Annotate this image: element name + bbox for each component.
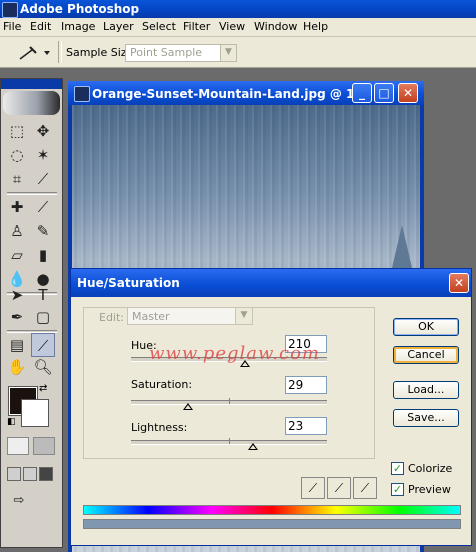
close-button[interactable]: ✕	[398, 83, 418, 103]
quick-mask-mode-button[interactable]	[33, 437, 55, 455]
brush-tool-icon[interactable]: ⟋	[31, 195, 55, 219]
colorize-checkbox[interactable]: ✓	[391, 462, 404, 475]
colorize-label: Colorize	[408, 462, 453, 475]
notes-tool-icon[interactable]: ▤	[5, 333, 29, 357]
default-colors-icon[interactable]: ◧	[7, 417, 16, 427]
menu-window[interactable]: Window	[254, 20, 297, 33]
options-bar: Sample Size: Point Sample ▼	[0, 37, 476, 68]
menu-help[interactable]: Help	[303, 20, 328, 33]
jump-to-imageready-icon[interactable]: ⇨	[7, 489, 31, 513]
menu-view[interactable]: View	[219, 20, 245, 33]
cancel-button[interactable]: Cancel	[393, 346, 459, 364]
menu-bar: File Edit Image Layer Select Filter View…	[0, 18, 476, 37]
adjustment-group	[83, 307, 375, 459]
dialog-title: Hue/Saturation	[77, 276, 180, 290]
eyedropper-sample-icon[interactable]: ⟋	[301, 477, 325, 499]
preview-checkbox[interactable]: ✓	[391, 483, 404, 496]
result-color-bar	[83, 519, 461, 529]
lightness-slider-track[interactable]	[131, 438, 327, 445]
full-screen-menu-mode-button[interactable]	[23, 467, 37, 481]
background-color-swatch[interactable]	[21, 399, 49, 427]
lasso-tool-icon[interactable]: ◌	[5, 143, 29, 167]
hue-saturation-dialog: Hue/Saturation ✕ Edit: Master ▼ Hue: 210…	[70, 268, 472, 546]
menu-edit[interactable]: Edit	[30, 20, 51, 33]
gradient-tool-icon[interactable]: ▮	[31, 243, 55, 267]
preview-label: Preview	[408, 483, 451, 496]
document-title: Orange-Sunset-Mountain-Land.jpg @ 1...	[92, 87, 369, 101]
save-button[interactable]: Save...	[393, 409, 459, 427]
standard-screen-mode-button[interactable]	[7, 467, 21, 481]
options-divider	[58, 41, 62, 63]
clone-stamp-tool-icon[interactable]: ♙	[5, 219, 29, 243]
sample-size-select[interactable]: Point Sample ▼	[125, 44, 237, 62]
crop-tool-icon[interactable]: ⌗	[5, 167, 29, 191]
saturation-input[interactable]: 29	[285, 376, 327, 394]
dialog-title-bar[interactable]: Hue/Saturation ✕	[71, 269, 471, 297]
toolbox-grip[interactable]	[1, 79, 62, 89]
edit-label: Edit:	[97, 311, 127, 324]
tool-preset-picker[interactable]	[8, 42, 52, 62]
path-selection-tool-icon[interactable]: ➤	[5, 283, 29, 307]
menu-select[interactable]: Select	[142, 20, 176, 33]
toolbox: ⬚ ✥ ◌ ✶ ⌗ ⟋ ✚ ⟋ ♙ ✎ ▱ ▮ 💧 ● ➤ T ✒ ▢ ▤ ⟋ …	[0, 78, 63, 548]
saturation-slider-track[interactable]	[131, 398, 327, 405]
sample-size-value: Point Sample	[130, 46, 203, 59]
app-title: Adobe Photoshop	[20, 2, 140, 16]
pen-tool-icon[interactable]: ✒	[5, 305, 29, 329]
menu-image[interactable]: Image	[61, 20, 95, 33]
lightness-input[interactable]: 23	[285, 417, 327, 435]
eyedropper-tool-icon[interactable]: ⟋	[31, 333, 55, 357]
source-color-spectrum	[83, 505, 461, 515]
chevron-down-icon: ▼	[220, 45, 236, 61]
menu-layer[interactable]: Layer	[103, 20, 134, 33]
dialog-close-button[interactable]: ✕	[449, 273, 469, 293]
healing-brush-tool-icon[interactable]: ✚	[5, 195, 29, 219]
eyedropper-icon	[19, 46, 50, 60]
saturation-label: Saturation:	[131, 378, 193, 391]
standard-mode-button[interactable]	[7, 437, 29, 455]
shape-tool-icon[interactable]: ▢	[31, 305, 55, 329]
load-button[interactable]: Load...	[393, 381, 459, 399]
lightness-label: Lightness:	[131, 421, 188, 434]
watermark: www.peglaw.com	[149, 343, 320, 364]
edit-value: Master	[132, 310, 170, 323]
full-screen-mode-button[interactable]	[39, 467, 53, 481]
lightness-slider-thumb[interactable]	[247, 443, 258, 450]
move-tool-icon[interactable]: ✥	[31, 119, 55, 143]
menu-file[interactable]: File	[3, 20, 21, 33]
menu-filter[interactable]: Filter	[183, 20, 210, 33]
ok-button[interactable]: OK	[393, 318, 459, 336]
eraser-tool-icon[interactable]: ▱	[5, 243, 29, 267]
chevron-down-icon: ▼	[235, 308, 252, 324]
zoom-tool-icon[interactable]: 🔍︎	[31, 355, 55, 379]
photoshop-logo-icon	[2, 2, 18, 18]
document-title-bar[interactable]: Orange-Sunset-Mountain-Land.jpg @ 1... _…	[68, 81, 424, 105]
slice-tool-icon[interactable]: ⟋	[31, 167, 55, 191]
marquee-tool-icon[interactable]: ⬚	[5, 119, 29, 143]
saturation-slider-thumb[interactable]	[182, 403, 193, 410]
feather-logo-icon[interactable]	[3, 91, 60, 115]
edit-select[interactable]: Master ▼	[127, 307, 253, 325]
maximize-button[interactable]: □	[374, 83, 394, 103]
document-icon	[74, 86, 90, 102]
app-title-bar: Adobe Photoshop	[0, 0, 476, 18]
eyedropper-add-icon[interactable]: ⟋	[327, 477, 351, 499]
magic-wand-tool-icon[interactable]: ✶	[31, 143, 55, 167]
hand-tool-icon[interactable]: ✋	[5, 355, 29, 379]
eyedropper-subtract-icon[interactable]: ⟋	[353, 477, 377, 499]
minimize-button[interactable]: _	[352, 83, 372, 103]
type-tool-icon[interactable]: T	[31, 283, 55, 307]
history-brush-tool-icon[interactable]: ✎	[31, 219, 55, 243]
swap-colors-icon[interactable]: ⇄	[39, 383, 47, 394]
